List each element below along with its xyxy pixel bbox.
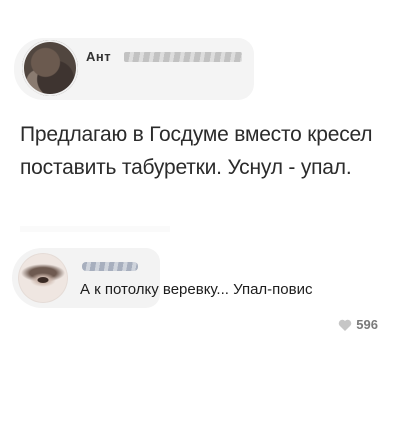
like-count: 596 <box>356 317 378 332</box>
post-author-name[interactable]: Ант <box>86 49 111 64</box>
comment-author-avatar[interactable] <box>18 253 68 303</box>
heart-icon <box>338 319 352 331</box>
post-text: Предлагаю в Госдуме вместо кресел постав… <box>20 123 373 179</box>
redacted-name <box>124 52 242 62</box>
comment-text: А к потолку веревку... Упал-повис <box>80 281 313 298</box>
redacted-commenter-name <box>82 262 138 271</box>
like-button[interactable]: 596 <box>338 317 378 332</box>
post-author-avatar[interactable] <box>22 40 78 96</box>
divider <box>20 226 170 232</box>
